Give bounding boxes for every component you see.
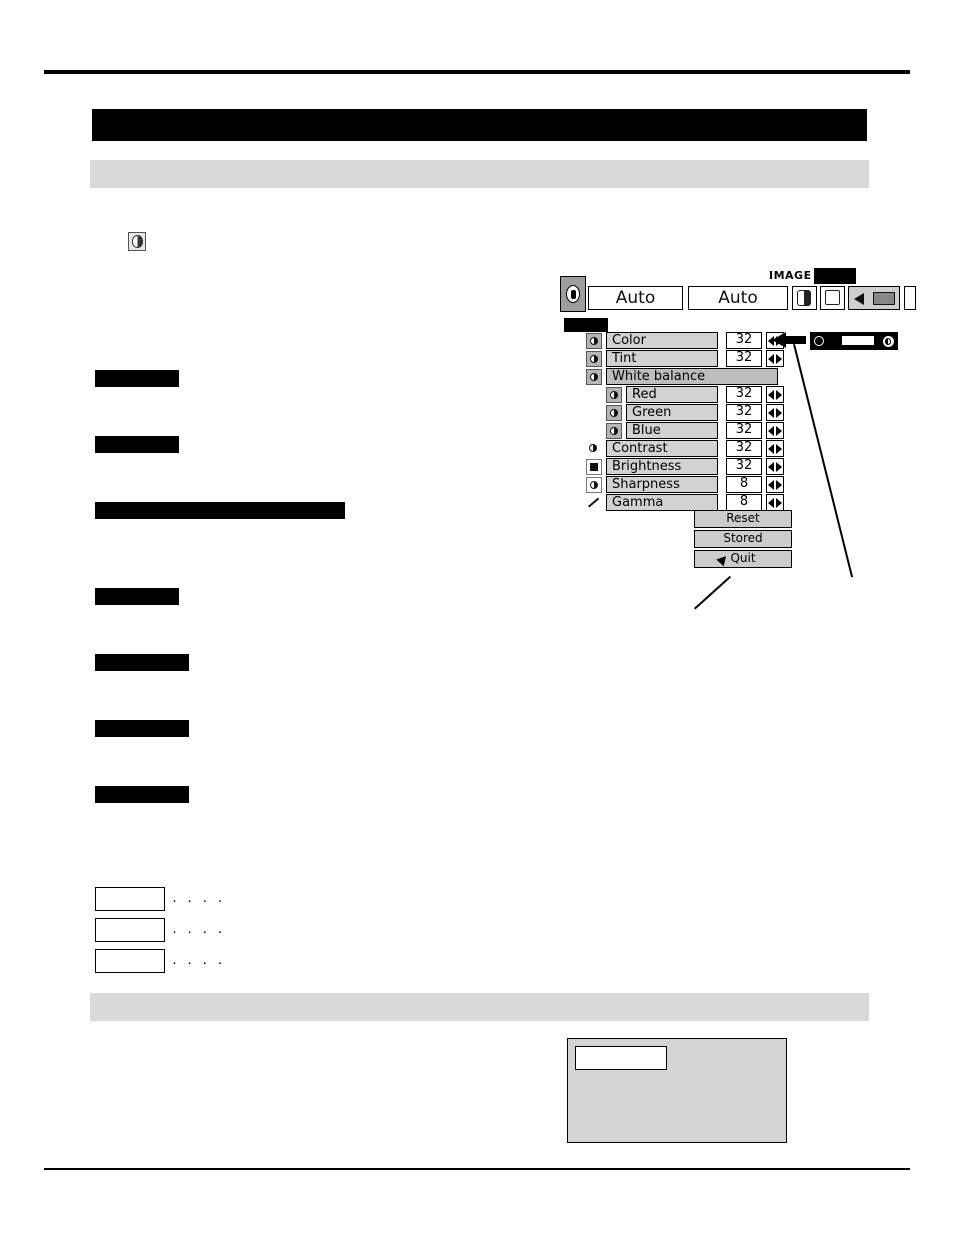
stored-button[interactable]: Stored bbox=[694, 530, 792, 548]
osd-image-label: IMAGE bbox=[768, 268, 856, 284]
gamma-icon bbox=[586, 495, 602, 511]
legend-dots-2: · · · · bbox=[172, 923, 226, 940]
osd-menu-illustration: IMAGE Auto Auto Color 32 Tint 32 White b… bbox=[560, 268, 916, 568]
color-icon bbox=[586, 333, 602, 349]
menu-row[interactable]: Contrast 32 bbox=[586, 440, 808, 458]
page-bottom-rule bbox=[44, 1168, 910, 1170]
bottom-illustration-panel bbox=[567, 1038, 787, 1143]
section-header-bar-bottom bbox=[90, 993, 869, 1021]
screen-square-icon bbox=[825, 290, 840, 305]
menu-row-label: Sharpness bbox=[606, 476, 718, 493]
screen-icon[interactable] bbox=[820, 286, 845, 310]
menu-row-adjuster[interactable] bbox=[766, 386, 784, 403]
menu-row-adjuster[interactable] bbox=[766, 422, 784, 439]
menu-row-value[interactable]: 32 bbox=[726, 422, 762, 439]
page-title-bar bbox=[92, 109, 867, 141]
callout-line-quit bbox=[694, 575, 731, 610]
sharpness-icon bbox=[586, 477, 602, 493]
reset-button[interactable]: Reset bbox=[694, 510, 792, 528]
redacted-heading-4 bbox=[95, 588, 179, 605]
blue-icon bbox=[606, 423, 622, 439]
menu-row[interactable]: Sharpness 8 bbox=[586, 476, 808, 494]
redacted-heading-2 bbox=[95, 436, 179, 453]
legend-box-3 bbox=[95, 949, 165, 973]
quit-button-label: Quit bbox=[730, 551, 756, 565]
menu-row[interactable]: Blue 32 bbox=[586, 422, 808, 440]
level-bar bbox=[828, 336, 874, 345]
menu-row-adjuster[interactable] bbox=[766, 476, 784, 493]
menu-row-label: Blue bbox=[626, 422, 718, 439]
menu-row-value[interactable]: 32 bbox=[726, 350, 762, 367]
redacted-heading-7 bbox=[95, 786, 189, 803]
menu-row-adjuster[interactable] bbox=[766, 404, 784, 421]
menu-row-value[interactable]: 8 bbox=[726, 494, 762, 511]
contrast-glyph bbox=[132, 235, 143, 248]
stored-button-label: Stored bbox=[723, 531, 763, 545]
tint-icon bbox=[586, 351, 602, 367]
contrast-half-icon bbox=[797, 290, 811, 306]
redacted-heading-6 bbox=[95, 720, 189, 737]
image-menu-icon bbox=[128, 232, 146, 251]
osd-image-label-redaction bbox=[814, 268, 856, 284]
auto-button-2-label: Auto bbox=[718, 288, 758, 308]
redacted-heading-3 bbox=[95, 502, 345, 519]
menu-row-adjuster[interactable] bbox=[766, 440, 784, 457]
menu-row-value[interactable]: 32 bbox=[726, 386, 762, 403]
menu-row-value[interactable]: 32 bbox=[726, 332, 762, 349]
menu-row-label: Contrast bbox=[606, 440, 718, 457]
menu-row-adjuster[interactable] bbox=[766, 350, 784, 367]
menu-row-value[interactable]: 32 bbox=[726, 458, 762, 475]
legend-box-1 bbox=[95, 887, 165, 911]
brightness-icon bbox=[586, 459, 602, 475]
white-balance-icon bbox=[586, 369, 602, 385]
menu-row-adjuster[interactable] bbox=[766, 494, 784, 511]
menu-row[interactable]: Green 32 bbox=[586, 404, 808, 422]
reset-button-label: Reset bbox=[726, 511, 760, 525]
osd-image-label-text: IMAGE bbox=[769, 269, 812, 282]
menu-row[interactable]: Tint 32 bbox=[586, 350, 808, 368]
menu-row[interactable]: Brightness 32 bbox=[586, 458, 808, 476]
level-bar-widget[interactable] bbox=[810, 332, 898, 350]
osd-menu-tag-redaction bbox=[564, 318, 608, 332]
menu-row-adjuster[interactable] bbox=[766, 458, 784, 475]
auto-button-1-label: Auto bbox=[615, 288, 656, 308]
red-icon bbox=[606, 387, 622, 403]
green-icon bbox=[606, 405, 622, 421]
image-adjust-icon[interactable] bbox=[792, 286, 817, 310]
extra-icon[interactable] bbox=[904, 286, 916, 310]
legend-dots-1: · · · · bbox=[172, 892, 226, 909]
menu-row-label: Red bbox=[626, 386, 718, 403]
menu-row-label: Brightness bbox=[606, 458, 718, 475]
osd-left-toggle[interactable] bbox=[560, 276, 586, 312]
page-top-rule bbox=[44, 70, 910, 74]
level-left-icon bbox=[814, 336, 824, 346]
osd-menu-rows: Color 32 Tint 32 White balance Red 32 Gr… bbox=[586, 332, 808, 512]
level-right-icon bbox=[883, 336, 894, 347]
menu-row[interactable]: White balance bbox=[586, 368, 808, 386]
selector-arrow-icon bbox=[854, 293, 864, 305]
auto-button-2[interactable]: Auto bbox=[688, 286, 788, 310]
menu-row-value[interactable]: 32 bbox=[726, 404, 762, 421]
projector-screen-icon bbox=[873, 292, 895, 305]
toggle-knob-icon bbox=[566, 285, 580, 303]
setting-icon-group[interactable] bbox=[848, 286, 900, 310]
redacted-heading-1 bbox=[95, 370, 179, 387]
menu-row-label: Gamma bbox=[606, 494, 718, 511]
legend-dots-3: · · · · bbox=[172, 954, 226, 971]
quit-button[interactable]: Quit bbox=[694, 550, 792, 568]
legend-box-2 bbox=[95, 918, 165, 942]
menu-row-label: White balance bbox=[606, 368, 778, 385]
menu-row-label: Tint bbox=[606, 350, 718, 367]
auto-button-1[interactable]: Auto bbox=[588, 286, 683, 310]
callout-arrow-to-value bbox=[772, 332, 806, 348]
menu-row-value[interactable]: 8 bbox=[726, 476, 762, 493]
bottom-panel-label-box bbox=[575, 1046, 667, 1070]
menu-row-label: Green bbox=[626, 404, 718, 421]
menu-row-value[interactable]: 32 bbox=[726, 440, 762, 457]
section-header-bar-top bbox=[90, 160, 869, 188]
redacted-heading-5 bbox=[95, 654, 189, 671]
menu-row[interactable]: Red 32 bbox=[586, 386, 808, 404]
menu-row-label: Color bbox=[606, 332, 718, 349]
contrast-icon bbox=[586, 441, 602, 457]
